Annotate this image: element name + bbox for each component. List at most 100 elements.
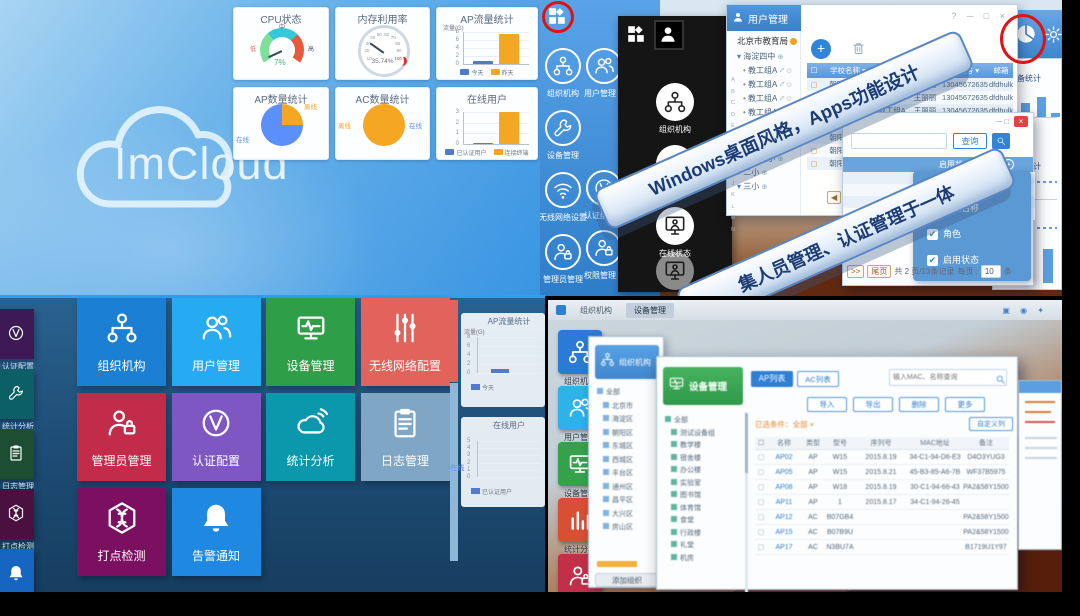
dashboard-card-5[interactable]: AC数量统计离线在线 <box>335 87 430 160</box>
tree-item[interactable]: 行政楼 <box>671 528 701 538</box>
tree-item[interactable]: 通州区 <box>603 482 633 492</box>
tree-item[interactable]: 全部 <box>597 387 620 397</box>
tree-item[interactable]: 丰台区 <box>603 468 633 478</box>
tree-item[interactable]: 教学楼 <box>671 440 701 450</box>
dashboard-card-4[interactable]: AP数量统计离线在线 <box>233 87 329 160</box>
window-controls[interactable]: ? ─ □ × <box>951 11 1009 21</box>
scrollbar[interactable] <box>745 413 748 592</box>
last-page-button[interactable]: 尾页 <box>867 265 891 278</box>
dashboard-card-6[interactable]: 在线用户3210已认证用户连接终端 <box>436 87 538 160</box>
side-tile-认证配置[interactable] <box>0 309 34 359</box>
tree-group[interactable]: ▾ 三小 ⊕ <box>737 181 767 192</box>
tree-item[interactable]: 北京市 <box>603 401 633 411</box>
tree-item[interactable]: 测试设备组 <box>671 428 715 438</box>
tree-item[interactable]: 体育馆 <box>671 503 701 513</box>
tree-item[interactable]: 食堂 <box>671 515 694 525</box>
tree-leaf[interactable]: • 教工组A ⊙ <box>743 93 792 104</box>
tile-组织机构[interactable]: 组织机构 <box>77 298 166 386</box>
query-search-input[interactable] <box>851 133 947 149</box>
tree-item[interactable]: 宿舍楼 <box>671 453 701 463</box>
add-org-button[interactable]: 添加组织 <box>595 573 659 587</box>
col-header[interactable]: 备注 <box>963 438 1009 448</box>
app-icon[interactable] <box>586 48 622 84</box>
search-icon[interactable] <box>992 133 1010 149</box>
tile-logo-icon[interactable] <box>626 24 646 49</box>
side-tile-告警通知[interactable] <box>0 549 34 592</box>
device-table-row[interactable]: ▢AP11AP12015.8.1734-C1-94-26-45 <box>755 495 1009 510</box>
toolbar-button-导入[interactable]: 导入 <box>807 397 847 412</box>
tile-无线网络配置[interactable]: 无线网络配置 <box>361 298 450 386</box>
search-icon[interactable] <box>995 372 1006 390</box>
tree-group[interactable]: ▾ 海淀四中 ⊕ <box>737 51 783 62</box>
tree-leaf[interactable]: • 教工组A ⊙ <box>743 79 792 90</box>
tree-item[interactable]: 机房 <box>671 553 694 563</box>
first-page-button[interactable]: ◀ <box>827 191 841 204</box>
col-header[interactable]: 邮箱 <box>989 65 1013 76</box>
tile-统计分析[interactable]: 统计分析 <box>266 393 355 481</box>
wifi-icon[interactable] <box>545 172 581 208</box>
add-user-button[interactable]: + <box>811 39 831 59</box>
side-tile-日志管理[interactable] <box>0 429 34 479</box>
tab-ac-list[interactable]: AC列表 <box>797 371 839 387</box>
toolbar-button-更多[interactable]: 更多 <box>945 397 985 412</box>
wrench-icon[interactable] <box>545 110 581 146</box>
perpage-input[interactable] <box>981 265 1001 278</box>
col-header[interactable]: 名称 <box>767 438 801 448</box>
tile-管理员管理[interactable]: 管理员管理 <box>77 393 166 481</box>
dashboard-card-1[interactable]: CPU状态低中高7% <box>233 7 329 80</box>
org-icon[interactable] <box>545 48 581 84</box>
checkbox-icon[interactable]: ✔ <box>927 229 938 240</box>
side-tile-统计分析[interactable] <box>0 369 34 419</box>
app-icon[interactable] <box>586 230 622 266</box>
query-button[interactable]: 查询 <box>953 133 987 149</box>
tile-设备管理[interactable]: 设备管理 <box>266 298 355 386</box>
col-header[interactable]: 类型 <box>801 438 825 448</box>
tab-devices[interactable]: 设备管理 <box>626 303 674 318</box>
toolbar-button-删除[interactable]: 删除 <box>899 397 939 412</box>
monitoruser-icon[interactable] <box>656 207 694 245</box>
device-table-row[interactable]: ▢AP15ACB07B9UPA2&58Y1500 <box>755 525 1009 540</box>
tree-item[interactable]: 西城区 <box>603 455 633 465</box>
tree-item[interactable]: 朝阳区 <box>603 428 633 438</box>
device-table-row[interactable]: ▢AP02APW152015.8.1934-C1-94-D6-E3D4O3YUG… <box>755 450 1009 465</box>
active-app-tile[interactable] <box>654 20 684 50</box>
side-tile-打点检测[interactable] <box>0 489 34 539</box>
tree-item[interactable]: 大兴区 <box>603 509 633 519</box>
col-header[interactable]: 型号 <box>825 438 855 448</box>
tile-认证配置[interactable]: 认证配置 <box>172 393 261 481</box>
device-table-row[interactable]: ▢AP12ACB07GB4PA2&58Y1500 <box>755 510 1009 525</box>
tree-item[interactable]: 海淀区 <box>603 414 633 424</box>
tree-item[interactable]: 房山区 <box>603 522 633 532</box>
tree-item[interactable]: 礼堂 <box>671 540 694 550</box>
dashboard-card-3[interactable]: AP流量统计流量(G)86420今天昨天 <box>436 7 538 80</box>
close-icon[interactable]: × <box>1014 116 1028 127</box>
tree-item[interactable]: 图书馆 <box>671 490 701 500</box>
mini-window-controls[interactable]: ─ □ <box>996 117 1009 126</box>
tree-item[interactable]: 东城区 <box>603 441 633 451</box>
tree-leaf[interactable]: • 教工组A ⊙ <box>743 65 792 76</box>
gear-icon[interactable] <box>1044 25 1062 49</box>
org-icon[interactable] <box>656 83 694 121</box>
tab-org[interactable]: 组织机构 <box>572 303 620 318</box>
tree-item[interactable]: 全部 <box>665 415 688 425</box>
tile-用户管理[interactable]: 用户管理 <box>172 298 261 386</box>
toolbar-button-导出[interactable]: 导出 <box>853 397 893 412</box>
tile-日志管理[interactable]: 日志管理 <box>361 393 450 481</box>
popup-option-角色[interactable]: ✔角色 <box>927 227 961 240</box>
device-table-row[interactable]: ▢AP05APW152015.8.2145-B3-85-A6-7BWF37B59… <box>755 465 1009 480</box>
device-table-row[interactable]: ▢AP17ACN3BU7AB1719U1Y97 <box>755 540 1009 555</box>
tab-ap-list[interactable]: AP列表 <box>751 371 793 387</box>
org-root[interactable]: 北京市教育局 <box>737 35 797 47</box>
custom-columns-button[interactable]: 自定义列 <box>969 417 1013 431</box>
tree-item[interactable]: 实验室 <box>671 478 701 488</box>
tree-item[interactable]: 昌平区 <box>603 495 633 505</box>
dashboard-card-2[interactable]: 内存利用率10203040506070809010035.74% <box>335 7 430 80</box>
adminlock-icon[interactable] <box>545 234 581 270</box>
col-header[interactable]: 序列号 <box>855 438 907 448</box>
next-page-button[interactable]: >> <box>847 265 864 278</box>
tile-告警通知[interactable]: 告警通知 <box>172 488 261 576</box>
tile-打点检测[interactable]: 打点检测 <box>77 488 166 576</box>
tree-item[interactable]: 办公楼 <box>671 465 701 475</box>
trash-icon[interactable] <box>851 41 866 61</box>
device-table-row[interactable]: ▢AP08APW182015.8.1930-C1-94-66-43PA2&58Y… <box>755 480 1009 495</box>
